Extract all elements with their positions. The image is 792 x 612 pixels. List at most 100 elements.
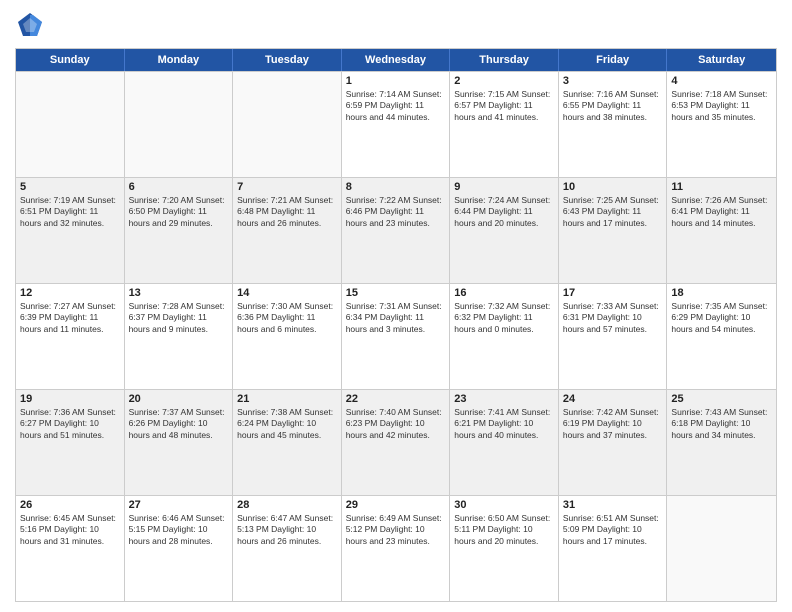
day-number: 20 <box>129 393 229 405</box>
cell-text: Sunrise: 7:43 AM Sunset: 6:18 PM Dayligh… <box>671 407 772 441</box>
day-number: 23 <box>454 393 554 405</box>
day-number: 19 <box>20 393 120 405</box>
cell-text: Sunrise: 7:41 AM Sunset: 6:21 PM Dayligh… <box>454 407 554 441</box>
day-number: 28 <box>237 499 337 511</box>
cal-cell: 11 Sunrise: 7:26 AM Sunset: 6:41 PM Dayli… <box>667 178 776 283</box>
cal-cell: 2 Sunrise: 7:15 AM Sunset: 6:57 PM Daylig… <box>450 72 559 177</box>
day-number: 2 <box>454 75 554 87</box>
cal-cell <box>233 72 342 177</box>
week-row-1: 5 Sunrise: 7:19 AM Sunset: 6:51 PM Daylig… <box>16 177 776 283</box>
day-number: 29 <box>346 499 446 511</box>
cell-text: Sunrise: 7:32 AM Sunset: 6:32 PM Dayligh… <box>454 301 554 335</box>
cell-text: Sunrise: 6:45 AM Sunset: 5:16 PM Dayligh… <box>20 513 120 547</box>
cell-text: Sunrise: 7:36 AM Sunset: 6:27 PM Dayligh… <box>20 407 120 441</box>
week-row-3: 19 Sunrise: 7:36 AM Sunset: 6:27 PM Dayli… <box>16 389 776 495</box>
day-number: 9 <box>454 181 554 193</box>
day-number: 11 <box>671 181 772 193</box>
cal-cell: 31 Sunrise: 6:51 AM Sunset: 5:09 PM Dayli… <box>559 496 668 601</box>
day-number: 25 <box>671 393 772 405</box>
day-number: 7 <box>237 181 337 193</box>
cell-text: Sunrise: 7:27 AM Sunset: 6:39 PM Dayligh… <box>20 301 120 335</box>
cal-cell: 15 Sunrise: 7:31 AM Sunset: 6:34 PM Dayli… <box>342 284 451 389</box>
cal-cell: 1 Sunrise: 7:14 AM Sunset: 6:59 PM Daylig… <box>342 72 451 177</box>
cal-cell: 12Sunrise: 7:27 AM Sunset: 6:39 PM Dayli… <box>16 284 125 389</box>
cal-cell: 16 Sunrise: 7:32 AM Sunset: 6:32 PM Dayli… <box>450 284 559 389</box>
day-number: 21 <box>237 393 337 405</box>
cell-text: Sunrise: 6:47 AM Sunset: 5:13 PM Dayligh… <box>237 513 337 547</box>
cell-text: Sunrise: 7:37 AM Sunset: 6:26 PM Dayligh… <box>129 407 229 441</box>
cal-cell: 20 Sunrise: 7:37 AM Sunset: 6:26 PM Dayli… <box>125 390 234 495</box>
page: SundayMondayTuesdayWednesdayThursdayFrid… <box>0 0 792 612</box>
cal-cell <box>125 72 234 177</box>
cell-text: Sunrise: 6:46 AM Sunset: 5:15 PM Dayligh… <box>129 513 229 547</box>
cell-text: Sunrise: 7:28 AM Sunset: 6:37 PM Dayligh… <box>129 301 229 335</box>
cell-text: Sunrise: 7:40 AM Sunset: 6:23 PM Dayligh… <box>346 407 446 441</box>
header-day-thursday: Thursday <box>450 49 559 71</box>
cell-text: Sunrise: 7:18 AM Sunset: 6:53 PM Dayligh… <box>671 89 772 123</box>
header-day-friday: Friday <box>559 49 668 71</box>
cell-text: Sunrise: 7:33 AM Sunset: 6:31 PM Dayligh… <box>563 301 663 335</box>
cal-cell: 17Sunrise: 7:33 AM Sunset: 6:31 PM Dayli… <box>559 284 668 389</box>
cell-text: Sunrise: 7:15 AM Sunset: 6:57 PM Dayligh… <box>454 89 554 123</box>
header-day-saturday: Saturday <box>667 49 776 71</box>
cell-text: Sunrise: 7:35 AM Sunset: 6:29 PM Dayligh… <box>671 301 772 335</box>
cell-text: Sunrise: 7:22 AM Sunset: 6:46 PM Dayligh… <box>346 195 446 229</box>
cal-cell: 26 Sunrise: 6:45 AM Sunset: 5:16 PM Dayli… <box>16 496 125 601</box>
day-number: 5 <box>20 181 120 193</box>
day-number: 8 <box>346 181 446 193</box>
day-number: 4 <box>671 75 772 87</box>
day-number: 24 <box>563 393 663 405</box>
day-number: 31 <box>563 499 663 511</box>
day-number: 13 <box>129 287 229 299</box>
calendar-body: 1 Sunrise: 7:14 AM Sunset: 6:59 PM Daylig… <box>16 71 776 601</box>
cell-text: Sunrise: 7:38 AM Sunset: 6:24 PM Dayligh… <box>237 407 337 441</box>
cell-text: Sunrise: 7:30 AM Sunset: 6:36 PM Dayligh… <box>237 301 337 335</box>
cell-text: Sunrise: 7:25 AM Sunset: 6:43 PM Dayligh… <box>563 195 663 229</box>
day-number: 1 <box>346 75 446 87</box>
day-number: 30 <box>454 499 554 511</box>
cal-cell <box>667 496 776 601</box>
cal-cell: 3 Sunrise: 7:16 AM Sunset: 6:55 PM Daylig… <box>559 72 668 177</box>
cal-cell: 5 Sunrise: 7:19 AM Sunset: 6:51 PM Daylig… <box>16 178 125 283</box>
cell-text: Sunrise: 7:16 AM Sunset: 6:55 PM Dayligh… <box>563 89 663 123</box>
cal-cell: 27 Sunrise: 6:46 AM Sunset: 5:15 PM Dayli… <box>125 496 234 601</box>
day-number: 15 <box>346 287 446 299</box>
day-number: 16 <box>454 287 554 299</box>
day-number: 18 <box>671 287 772 299</box>
header-day-tuesday: Tuesday <box>233 49 342 71</box>
day-number: 22 <box>346 393 446 405</box>
cal-cell: 7 Sunrise: 7:21 AM Sunset: 6:48 PM Daylig… <box>233 178 342 283</box>
header-day-wednesday: Wednesday <box>342 49 451 71</box>
logo-icon <box>15 10 45 40</box>
day-number: 27 <box>129 499 229 511</box>
logo <box>15 10 48 40</box>
cell-text: Sunrise: 7:21 AM Sunset: 6:48 PM Dayligh… <box>237 195 337 229</box>
cell-text: Sunrise: 7:31 AM Sunset: 6:34 PM Dayligh… <box>346 301 446 335</box>
day-number: 10 <box>563 181 663 193</box>
day-number: 26 <box>20 499 120 511</box>
cell-text: Sunrise: 6:49 AM Sunset: 5:12 PM Dayligh… <box>346 513 446 547</box>
cal-cell: 23 Sunrise: 7:41 AM Sunset: 6:21 PM Dayli… <box>450 390 559 495</box>
cal-cell: 28 Sunrise: 6:47 AM Sunset: 5:13 PM Dayli… <box>233 496 342 601</box>
cell-text: Sunrise: 6:50 AM Sunset: 5:11 PM Dayligh… <box>454 513 554 547</box>
week-row-0: 1 Sunrise: 7:14 AM Sunset: 6:59 PM Daylig… <box>16 71 776 177</box>
day-number: 3 <box>563 75 663 87</box>
header-day-monday: Monday <box>125 49 234 71</box>
cal-cell: 8 Sunrise: 7:22 AM Sunset: 6:46 PM Daylig… <box>342 178 451 283</box>
cell-text: Sunrise: 7:26 AM Sunset: 6:41 PM Dayligh… <box>671 195 772 229</box>
cal-cell: 19 Sunrise: 7:36 AM Sunset: 6:27 PM Dayli… <box>16 390 125 495</box>
day-number: 14 <box>237 287 337 299</box>
cell-text: Sunrise: 7:42 AM Sunset: 6:19 PM Dayligh… <box>563 407 663 441</box>
cell-text: Sunrise: 7:19 AM Sunset: 6:51 PM Dayligh… <box>20 195 120 229</box>
calendar-header: SundayMondayTuesdayWednesdayThursdayFrid… <box>16 49 776 71</box>
cell-text: Sunrise: 7:14 AM Sunset: 6:59 PM Dayligh… <box>346 89 446 123</box>
week-row-4: 26 Sunrise: 6:45 AM Sunset: 5:16 PM Dayli… <box>16 495 776 601</box>
week-row-2: 12Sunrise: 7:27 AM Sunset: 6:39 PM Dayli… <box>16 283 776 389</box>
cal-cell: 4 Sunrise: 7:18 AM Sunset: 6:53 PM Daylig… <box>667 72 776 177</box>
cal-cell: 14 Sunrise: 7:30 AM Sunset: 6:36 PM Dayli… <box>233 284 342 389</box>
cal-cell: 30 Sunrise: 6:50 AM Sunset: 5:11 PM Dayli… <box>450 496 559 601</box>
cell-text: Sunrise: 6:51 AM Sunset: 5:09 PM Dayligh… <box>563 513 663 547</box>
header-day-sunday: Sunday <box>16 49 125 71</box>
cal-cell: 25 Sunrise: 7:43 AM Sunset: 6:18 PM Dayli… <box>667 390 776 495</box>
cal-cell: 29 Sunrise: 6:49 AM Sunset: 5:12 PM Dayli… <box>342 496 451 601</box>
